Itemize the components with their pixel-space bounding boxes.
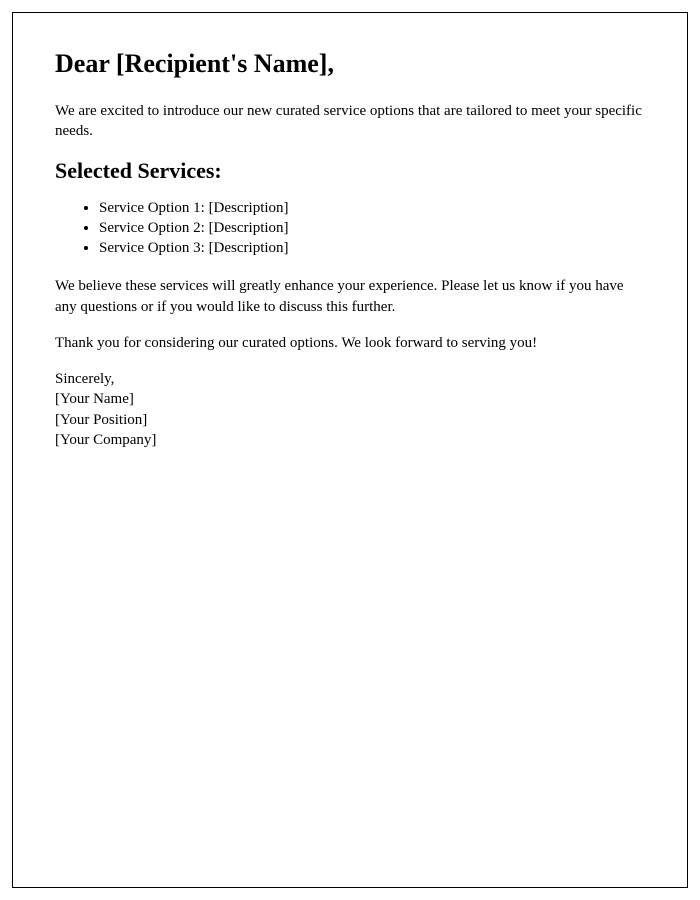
services-list: Service Option 1: [Description] Service … — [55, 198, 645, 259]
intro-paragraph: We are excited to introduce our new cura… — [55, 101, 645, 142]
services-heading: Selected Services: — [55, 158, 645, 184]
letter-container: Dear [Recipient's Name], We are excited … — [12, 12, 688, 888]
list-item: Service Option 1: [Description] — [99, 198, 645, 218]
list-item: Service Option 2: [Description] — [99, 218, 645, 238]
list-item: Service Option 3: [Description] — [99, 238, 645, 258]
greeting: Dear [Recipient's Name], — [55, 49, 645, 79]
body-paragraph: We believe these services will greatly e… — [55, 276, 645, 317]
signature-company: [Your Company] — [55, 430, 645, 450]
signature-signoff: Sincerely, — [55, 369, 645, 389]
signature-block: Sincerely, [Your Name] [Your Position] [… — [55, 369, 645, 450]
closing-paragraph: Thank you for considering our curated op… — [55, 333, 645, 353]
signature-position: [Your Position] — [55, 410, 645, 430]
signature-name: [Your Name] — [55, 389, 645, 409]
